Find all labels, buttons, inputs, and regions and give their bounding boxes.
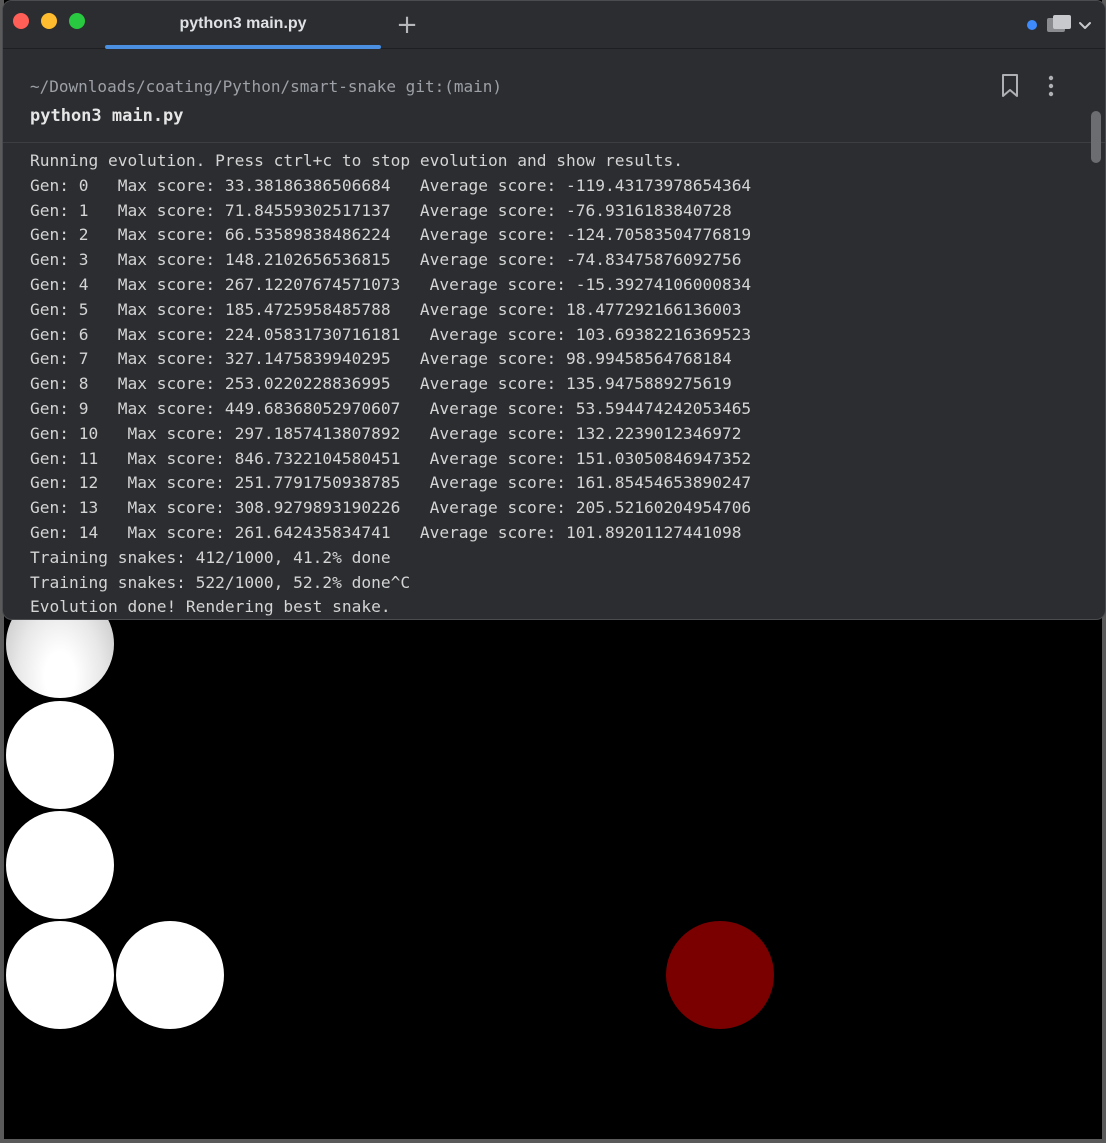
output-line: Gen: 3 Max score: 148.2102656536815 Aver… bbox=[30, 250, 742, 270]
command-text: python3 main.py bbox=[30, 106, 184, 126]
bookmark-icon[interactable] bbox=[999, 73, 1021, 99]
snake-segment bbox=[6, 921, 114, 1029]
output-line: Running evolution. Press ctrl+c to stop … bbox=[30, 151, 683, 170]
snake-head bbox=[116, 921, 224, 1029]
output-line: Gen: 4 Max score: 267.12207674571073 Ave… bbox=[30, 274, 752, 294]
chevron-down-icon[interactable] bbox=[1077, 15, 1093, 35]
title-bar: python3 main.py + bbox=[3, 1, 1105, 49]
output-line: Gen: 5 Max score: 185.4725958485788 Aver… bbox=[30, 299, 742, 319]
output-line: Training snakes: 412/1000, 41.2% done bbox=[30, 547, 391, 567]
scrollbar-thumb[interactable] bbox=[1091, 111, 1101, 163]
output-line: Gen: 1 Max score: 71.84559302517137 Aver… bbox=[30, 200, 732, 220]
output-line: Training snakes: 522/1000, 52.2% done^C bbox=[30, 572, 411, 592]
output-line: Gen: 10 Max score: 297.1857413807892 Ave… bbox=[30, 423, 742, 443]
minimize-window-button[interactable] bbox=[41, 13, 57, 29]
output-line: Gen: 12 Max score: 251.7791750938785 Ave… bbox=[30, 473, 752, 493]
snake-segment bbox=[6, 811, 114, 919]
zoom-window-button[interactable] bbox=[69, 13, 85, 29]
output-line: Gen: 0 Max score: 33.38186386506684 Aver… bbox=[30, 175, 752, 195]
output-line: Gen: 6 Max score: 224.05831730716181 Ave… bbox=[30, 324, 752, 344]
window-layout-icon[interactable] bbox=[1045, 13, 1075, 35]
food-pellet bbox=[666, 921, 774, 1029]
snake-segment bbox=[6, 701, 114, 809]
output-line: Evolution done! Rendering best snake. bbox=[30, 597, 391, 617]
close-window-button[interactable] bbox=[13, 13, 29, 29]
output-line: Gen: 14 Max score: 261.642435834741 Aver… bbox=[30, 522, 742, 542]
output-line: Gen: 11 Max score: 846.7322104580451 Ave… bbox=[30, 448, 752, 468]
output-line: Gen: 13 Max score: 308.9279893190226 Ave… bbox=[30, 498, 752, 518]
command-header: ~/Downloads/coating/Python/smart-snake g… bbox=[3, 49, 1105, 163]
terminal-window: python3 main.py + ~/Downloads/coating/Py… bbox=[2, 0, 1106, 620]
output-line: Gen: 8 Max score: 253.0220228836995 Aver… bbox=[30, 374, 732, 394]
output-line: Gen: 7 Max score: 327.1475839940295 Aver… bbox=[30, 349, 732, 369]
working-directory: ~/Downloads/coating/Python/smart-snake g… bbox=[30, 77, 503, 96]
more-options-icon[interactable] bbox=[1045, 73, 1057, 99]
tab-label: python3 main.py bbox=[179, 15, 307, 32]
output-line: Gen: 2 Max score: 66.53589838486224 Aver… bbox=[30, 225, 752, 245]
activity-dot-icon bbox=[1027, 20, 1037, 30]
terminal-output: Running evolution. Press ctrl+c to stop … bbox=[30, 149, 1090, 619]
tab-python3-main[interactable]: python3 main.py bbox=[105, 1, 381, 49]
new-tab-button[interactable]: + bbox=[395, 9, 419, 41]
output-line: Gen: 9 Max score: 449.68368052970607 Ave… bbox=[30, 398, 752, 418]
